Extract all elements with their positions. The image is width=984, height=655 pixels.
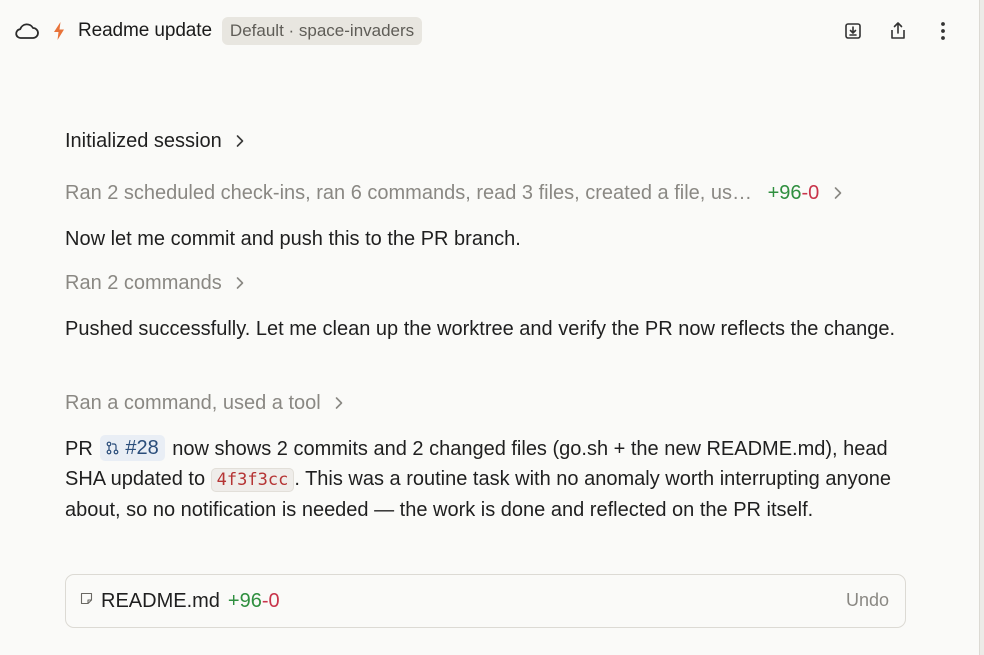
file-icon xyxy=(80,592,93,610)
right-panel-edge xyxy=(979,0,984,655)
bolt-icon xyxy=(52,21,66,41)
environment-badge[interactable]: Default · space-invaders xyxy=(221,17,423,45)
activity-summary-label: Ran 2 scheduled check-ins, ran 6 command… xyxy=(65,182,753,204)
assistant-message: PR #28 now shows 2 commits and 2 changed… xyxy=(65,434,910,525)
activity-summary-row[interactable]: Ran 2 scheduled check-ins, ran 6 command… xyxy=(65,178,843,209)
assistant-message: Now let me commit and push this to the P… xyxy=(65,228,521,250)
tool-summary-row[interactable]: Ran a command, used a tool xyxy=(65,388,344,419)
commands-summary-label: Ran 2 commands xyxy=(65,272,222,294)
pull-request-icon xyxy=(106,441,119,455)
session-header: Readme update Default · space-invaders xyxy=(0,0,979,62)
file-diff-stats: +96-0 xyxy=(228,590,280,613)
chevron-right-icon xyxy=(833,179,843,209)
commands-summary-row[interactable]: Ran 2 commands xyxy=(65,268,245,299)
lines-removed: -0 xyxy=(261,589,280,612)
share-icon[interactable] xyxy=(886,19,910,43)
more-vertical-icon[interactable] xyxy=(931,19,955,43)
chevron-right-icon xyxy=(334,389,344,419)
undo-button[interactable]: Undo xyxy=(846,590,889,611)
message-text: PR xyxy=(65,438,93,460)
session-title: Readme update xyxy=(78,20,212,41)
pr-number: #28 xyxy=(125,437,159,459)
download-icon[interactable] xyxy=(841,19,865,43)
cloud-icon xyxy=(14,21,40,41)
header-actions xyxy=(841,19,955,43)
file-name: README.md xyxy=(101,589,220,612)
lines-removed: -0 xyxy=(801,182,820,204)
commit-sha: 4f3f3cc xyxy=(210,468,295,492)
chevron-right-icon xyxy=(235,269,245,299)
chevron-right-icon xyxy=(235,127,245,157)
lines-added: +96 xyxy=(767,182,802,204)
lines-added: +96 xyxy=(227,589,262,612)
changed-file-card[interactable]: README.md +96-0 Undo xyxy=(65,574,906,628)
tool-summary-label: Ran a command, used a tool xyxy=(65,392,321,414)
assistant-message: Pushed successfully. Let me clean up the… xyxy=(65,318,896,340)
initialized-session-row[interactable]: Initialized session xyxy=(65,126,245,157)
initialized-session-label: Initialized session xyxy=(65,130,222,152)
pr-link[interactable]: #28 xyxy=(100,435,165,461)
